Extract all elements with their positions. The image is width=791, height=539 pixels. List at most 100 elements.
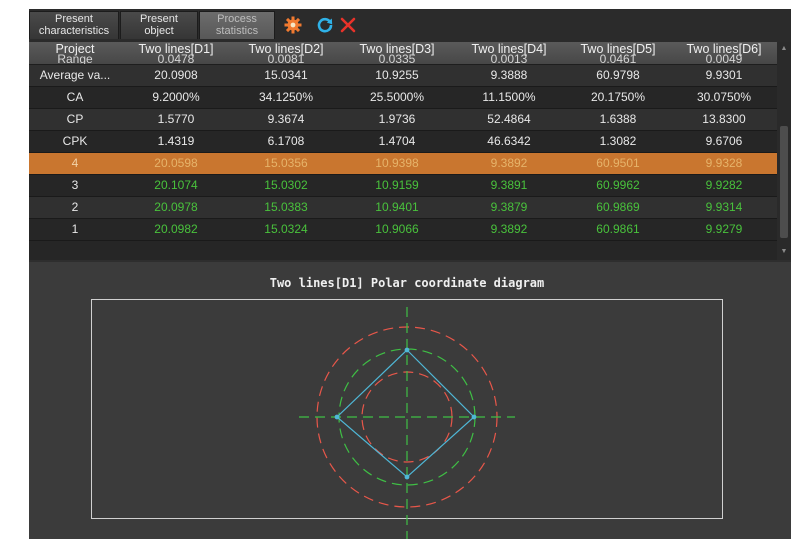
table-cell: 15.0356: [264, 156, 308, 170]
table-cell: 15.0383: [264, 200, 308, 214]
tab-bar: Present characteristics Present object P…: [29, 9, 791, 42]
table-cell: 1.4319: [157, 134, 195, 148]
tab-present-characteristics[interactable]: Present characteristics: [29, 11, 119, 39]
table-cell: 60.9501: [596, 156, 640, 170]
table-cell: 9.3891: [490, 178, 528, 192]
table-cell: 60.9861: [596, 222, 640, 236]
table-cell: 10.9159: [375, 178, 419, 192]
table-cell: 20.0978: [154, 200, 198, 214]
tab-process-statistics[interactable]: Process statistics: [199, 11, 275, 39]
table-cell: 20.1750%: [590, 90, 646, 104]
table-cell: 9.2000%: [152, 90, 200, 104]
outer-limit-circle: [316, 326, 498, 508]
header-subtext: 0.0049: [705, 52, 743, 64]
table-cell: 1.5770: [157, 112, 195, 126]
column-header-d6[interactable]: Two lines[D6] 0.0049: [671, 42, 777, 64]
table-cell: 6.1708: [267, 134, 305, 148]
tab-present-object[interactable]: Present object: [120, 11, 198, 39]
gear-icon: [284, 16, 302, 34]
header-subtext: 0.0335: [378, 52, 416, 64]
row-label: 2: [71, 200, 79, 214]
row-label: Average va...: [39, 68, 111, 82]
tab-label-line1: Present: [140, 13, 178, 25]
tab-label-line2: characteristics: [38, 25, 110, 37]
row-label: 4: [71, 156, 79, 170]
column-header-d4[interactable]: Two lines[D4] 0.0013: [453, 42, 565, 64]
table-row[interactable]: 3 20.1074 15.0302 10.9159 9.3891 60.9962 9.928…: [29, 175, 777, 197]
header-subtext: 0.0013: [490, 52, 528, 64]
measurement-point: [334, 414, 340, 420]
measurement-point: [404, 347, 410, 353]
table-cell: 9.3892: [490, 156, 528, 170]
table-cell: 60.9798: [596, 68, 640, 82]
tab-label-line1: Process: [217, 13, 257, 25]
refresh-icon: [317, 17, 333, 33]
table-cell: 46.6342: [487, 134, 531, 148]
table-row[interactable]: Average va... 20.0908 15.0341 10.9255 9.3888…: [29, 65, 777, 87]
column-header-d3[interactable]: Two lines[D3] 0.0335: [341, 42, 453, 64]
table-cell: 9.3674: [267, 112, 305, 126]
table-cell: 34.1250%: [258, 90, 314, 104]
table-cell: 60.9962: [596, 178, 640, 192]
table-cell: 9.3892: [490, 222, 528, 236]
table-cell: 11.1500%: [482, 90, 536, 104]
row-label: 1: [71, 222, 79, 236]
table-cell: 9.3879: [490, 200, 528, 214]
column-header-project[interactable]: Project Range: [29, 42, 121, 64]
scroll-up-arrow-icon[interactable]: ▲: [777, 43, 791, 55]
statistics-table: Project Range Two lines[D1] 0.0478 Two l…: [29, 42, 791, 260]
table-cell: 9.3888: [490, 68, 528, 82]
header-subtext: 0.0081: [267, 52, 305, 64]
row-label: CP: [66, 112, 84, 126]
close-icon: [340, 17, 356, 33]
tab-label-line1: Present: [55, 13, 93, 25]
refresh-button[interactable]: [316, 16, 334, 34]
table-cell: 25.5000%: [369, 90, 425, 104]
table-cell: 20.0908: [154, 68, 198, 82]
table-header: Project Range Two lines[D1] 0.0478 Two l…: [29, 42, 777, 65]
table-cell: 15.0324: [264, 222, 308, 236]
table-cell: 9.6706: [705, 134, 743, 148]
header-subtext: Range: [57, 52, 93, 64]
settings-button[interactable]: [284, 16, 302, 34]
row-label: 3: [71, 178, 79, 192]
header-subtext: 0.0478: [157, 52, 195, 64]
table-row[interactable]: 2 20.0978 15.0383 10.9401 9.3879 60.9869 9.931…: [29, 197, 777, 219]
table-row-selected[interactable]: 4 20.0598 15.0356 10.9398 9.3892 60.9501 9.932…: [29, 153, 777, 175]
process-statistics-panel: Present characteristics Present object P…: [29, 9, 791, 539]
table-cell: 52.4864: [487, 112, 531, 126]
column-header-d1[interactable]: Two lines[D1] 0.0478: [121, 42, 231, 64]
table-cell: 20.0598: [154, 156, 198, 170]
table-cell: 20.0982: [154, 222, 198, 236]
vertical-scrollbar[interactable]: ▲ ▼: [777, 42, 791, 260]
close-button[interactable]: [339, 16, 357, 34]
table-row[interactable]: CP 1.5770 9.3674 1.9736 52.4864 1.6388 13.8300: [29, 109, 777, 131]
table-cell: 10.9401: [375, 200, 419, 214]
table-cell: 9.9279: [705, 222, 743, 236]
scrollbar-thumb[interactable]: [780, 126, 788, 238]
table-cell: 20.1074: [154, 178, 198, 192]
table-row[interactable]: 1 20.0982 15.0324 10.9066 9.3892 60.9861 9.927…: [29, 219, 777, 241]
table-cell: 10.9398: [375, 156, 419, 170]
table-cell: 1.9736: [378, 112, 416, 126]
polar-diagram-panel: Two lines[D1] Polar coordinate diagram: [29, 262, 791, 539]
tab-label-line2: object: [144, 25, 174, 37]
table-cell: 15.0341: [264, 68, 308, 82]
measurement-point: [404, 474, 410, 480]
table-cell: 9.9328: [705, 156, 743, 170]
table-cell: 9.9314: [705, 200, 743, 214]
scroll-down-arrow-icon[interactable]: ▼: [777, 246, 791, 258]
polar-plot: [299, 307, 515, 539]
table-row[interactable]: CA 9.2000% 34.1250% 25.5000% 11.1500% 20.1750…: [29, 87, 777, 109]
table-cell: 60.9869: [596, 200, 640, 214]
row-label: CA: [66, 90, 84, 104]
table-cell: 10.9255: [375, 68, 419, 82]
table-cell: 9.9301: [705, 68, 743, 82]
column-header-d5[interactable]: Two lines[D5] 0.0461: [565, 42, 671, 64]
column-header-d2[interactable]: Two lines[D2] 0.0081: [231, 42, 341, 64]
table-cell: 10.9066: [375, 222, 419, 236]
table-row[interactable]: CPK 1.4319 6.1708 1.4704 46.6342 1.3082 9.6706: [29, 131, 777, 153]
table-cell: 13.8300: [702, 112, 746, 126]
table-cell: 9.9282: [705, 178, 743, 192]
table-cell: 1.4704: [378, 134, 416, 148]
